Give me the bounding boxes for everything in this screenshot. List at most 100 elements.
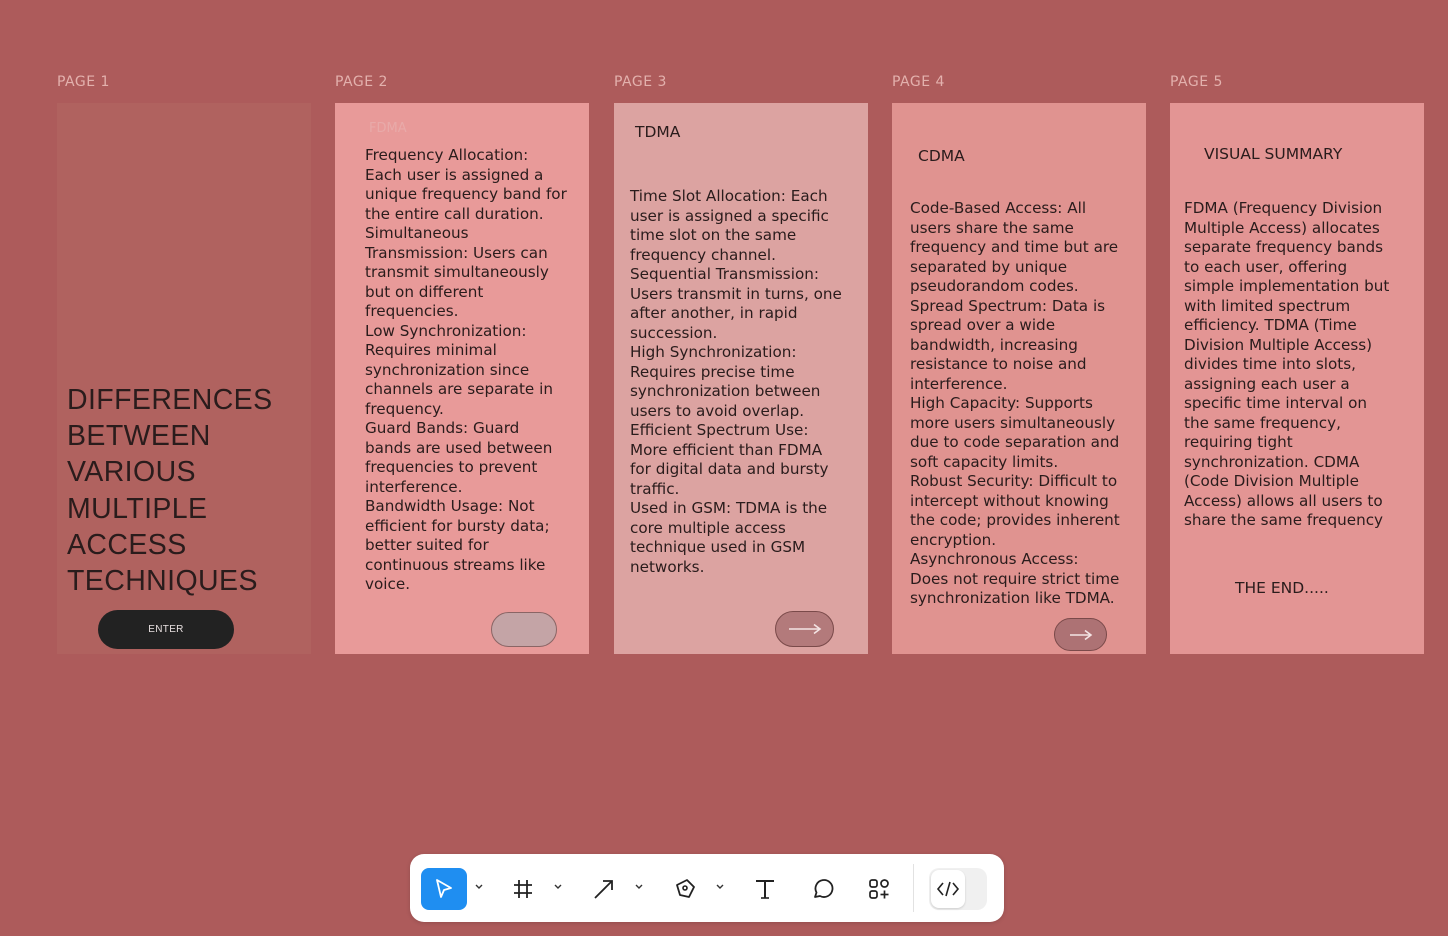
body-line: intercept without knowing (910, 491, 1109, 510)
comment-tool-button[interactable] (805, 868, 839, 910)
body-line: soft capacity limits. (910, 452, 1059, 471)
chevron-down-icon[interactable] (715, 881, 725, 893)
assets-tool-button[interactable] (862, 868, 896, 910)
next-arrow-button[interactable] (775, 611, 834, 647)
body-line: efficiency. TDMA (Time (1184, 316, 1357, 334)
body-line: requiring tight (1184, 433, 1293, 451)
page-4-label[interactable]: PAGE 4 (892, 74, 945, 90)
body-line: High Synchronization: (630, 343, 797, 361)
arrow-tool-button[interactable] (587, 868, 621, 910)
enter-button[interactable]: ENTER (98, 610, 234, 649)
body-line: More efficient than FDMA (630, 440, 823, 459)
body-line: Low Synchronization: (365, 321, 527, 340)
body-line: synchronization between (630, 382, 821, 400)
body-line: Used in GSM: TDMA is the (630, 499, 828, 517)
next-arrow-button[interactable] (1054, 618, 1107, 651)
body-line: Time Slot Allocation: Each (630, 187, 828, 205)
pen-icon (676, 879, 695, 898)
frame-tool-button[interactable] (506, 868, 540, 910)
body-line: divides time into slots, (1184, 355, 1356, 373)
body-line: interference. (910, 374, 1008, 393)
page-1-label[interactable]: PAGE 1 (57, 74, 110, 90)
body-line: with limited spectrum (1184, 296, 1351, 315)
toggle-knob (931, 870, 965, 908)
body-line: user is assigned a specific (630, 206, 829, 225)
body-line: efficient for bursty data; (365, 516, 550, 535)
body-line: Access) allows all users to (1184, 491, 1383, 510)
page-3-label[interactable]: PAGE 3 (614, 74, 667, 90)
body-line: interference. (365, 477, 463, 496)
body-line: the same frequency, (1184, 413, 1341, 432)
page-3-body: Time Slot Allocation: Each user is assign… (630, 187, 864, 577)
body-line: share the same frequency (1184, 511, 1384, 529)
body-line: Code-Based Access: All (910, 199, 1087, 217)
body-line: core multiple access (630, 518, 786, 537)
page-2-body: Frequency Allocation: Each user is assign… (365, 146, 585, 595)
chevron-down-icon[interactable] (634, 881, 644, 893)
chevron-down-icon[interactable] (553, 881, 563, 893)
body-line: encryption. (910, 530, 997, 549)
body-line: channels are separate in (365, 380, 553, 398)
page-3-frame[interactable]: TDMA Time Slot Allocation: Each user is a… (614, 103, 868, 654)
body-line: the entire call duration. (365, 204, 544, 223)
body-line: separate frequency bands (1184, 238, 1384, 256)
cursor-icon (436, 879, 452, 898)
body-line: users share the same (910, 218, 1074, 237)
body-line: bands are used between (365, 438, 553, 457)
body-line: to each user, offering (1184, 257, 1348, 276)
move-tool-button[interactable] (421, 868, 467, 910)
body-line: Transmission: Users can (365, 243, 548, 262)
body-line: Division Multiple Access) (1184, 335, 1373, 354)
page-5-frame[interactable]: VISUAL SUMMARY FDMA (Frequency Division M… (1170, 103, 1424, 654)
body-line: time slot on the same (630, 226, 797, 244)
body-line: High Capacity: Supports (910, 394, 1093, 412)
arrow-line-icon (594, 880, 613, 899)
body-line: continuous streams like (365, 555, 546, 574)
dev-mode-toggle[interactable] (929, 868, 987, 910)
body-line: Spread Spectrum: Data is (910, 296, 1106, 315)
body-line: assigning each user a (1184, 374, 1350, 393)
toolbar-divider (913, 864, 914, 912)
body-line: Simultaneous (365, 224, 469, 242)
body-line: Does not require strict time (910, 569, 1120, 588)
body-line: pseudorandom codes. (910, 277, 1079, 295)
chevron-down-icon[interactable] (474, 881, 484, 893)
arrow-right-icon (788, 623, 821, 635)
body-line: specific time interval on (1184, 394, 1367, 412)
body-line: synchronization like TDMA. (910, 589, 1115, 607)
page-5-heading: VISUAL SUMMARY (1204, 145, 1343, 163)
body-line: Bandwidth Usage: Not (365, 497, 535, 515)
page-2-label[interactable]: PAGE 2 (335, 74, 388, 90)
body-line: better suited for (365, 536, 489, 554)
body-line: Sequential Transmission: (630, 265, 819, 283)
body-line: Asynchronous Access: (910, 550, 1079, 568)
body-line: voice. (365, 575, 411, 593)
page-1-frame[interactable]: DIFFERENCES BETWEEN VARIOUS MULTIPLE ACC… (57, 103, 311, 654)
body-line: synchronization. CDMA (1184, 452, 1360, 471)
text-t-icon (756, 880, 774, 899)
body-line: bandwidth, increasing (910, 335, 1078, 354)
page-4-heading: CDMA (918, 147, 965, 165)
body-line: frequencies to prevent (365, 458, 538, 476)
body-line: networks. (630, 557, 705, 576)
page-2-frame[interactable]: FDMA Frequency Allocation: Each user is a… (335, 103, 589, 654)
arrow-right-icon (1069, 629, 1092, 640)
body-line: Guard Bands: Guard (365, 419, 520, 437)
body-line: frequency. (365, 399, 444, 418)
pen-tool-button[interactable] (668, 868, 702, 910)
page-5-footer: THE END..... (1235, 579, 1329, 597)
text-tool-button[interactable] (748, 868, 782, 910)
page-5-body: FDMA (Frequency Division Multiple Access)… (1184, 199, 1420, 531)
bottom-toolbar (410, 854, 1004, 922)
page-4-frame[interactable]: CDMA Code-Based Access: All users share t… (892, 103, 1146, 654)
comment-bubble-icon (814, 879, 834, 898)
page-5-label[interactable]: PAGE 5 (1170, 74, 1223, 90)
body-line: Multiple Access) allocates (1184, 218, 1380, 237)
body-line: due to code separation and (910, 433, 1120, 451)
page-3-heading: TDMA (635, 123, 681, 141)
body-line: frequency and time but are (910, 238, 1119, 256)
body-line: (Code Division Multiple (1184, 472, 1359, 490)
next-button[interactable] (491, 612, 557, 647)
body-line: but on different (365, 282, 484, 301)
body-line: Users transmit in turns, one (630, 284, 842, 303)
